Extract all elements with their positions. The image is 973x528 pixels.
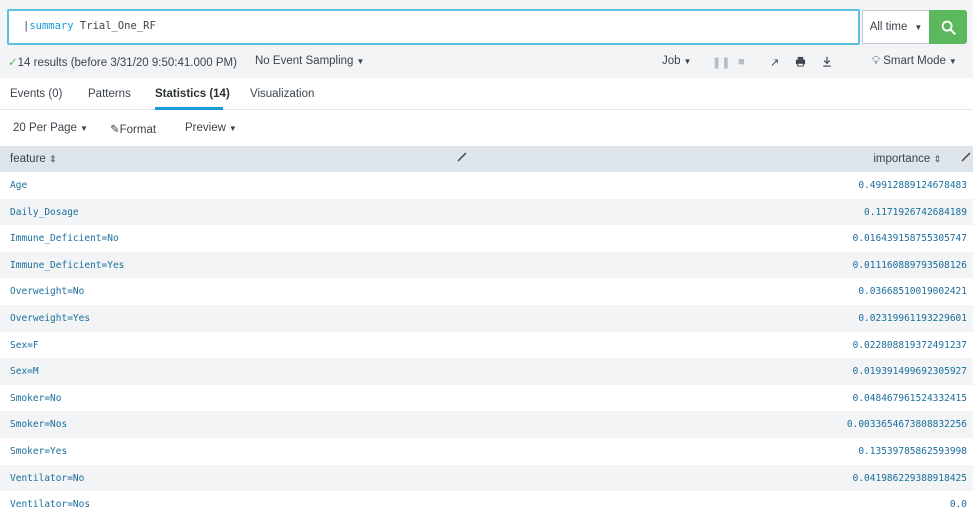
cell-importance[interactable]: 0.03668510019002421 [858,286,967,297]
search-icon [941,20,956,35]
table-row: Ventilator=No 0.041986229388918425 [0,464,973,492]
column-header-feature[interactable]: feature ⇕ [10,153,57,165]
search-button[interactable] [929,10,967,44]
chevron-down-icon: ▼ [683,57,692,66]
statistics-table: feature ⇕ importance ⇕ Age 0.499128891246… [0,146,973,518]
column-header-label: importance [873,153,931,165]
table-row: Smoker=Yes 0.13539785862593998 [0,438,973,465]
table-row: Ventilator=Nos 0.0 [0,491,973,518]
table-row: Overweight=Yes 0.02319961193229601 [0,304,973,332]
cell-importance[interactable]: 0.022808819372491237 [853,340,967,351]
table-row: Smoker=Nos 0.0033654673808832256 [0,411,973,438]
chevron-down-icon: ▼ [914,22,923,32]
preview-label: Preview [185,122,226,134]
table-row: Sex=F 0.022808819372491237 [0,332,973,359]
cell-importance[interactable]: 0.1171926742684189 [864,207,967,218]
job-label: Job [662,55,681,67]
pencil-icon-svg [961,152,971,162]
search-mode-label: Smart Mode [883,55,946,67]
table-row: Overweight=No 0.03668510019002421 [0,278,973,305]
download-icon[interactable] [822,56,832,70]
cell-importance[interactable]: 0.0 [950,499,967,510]
tab-statistics[interactable]: Statistics (14) [155,88,230,100]
stop-icon[interactable]: ■ [738,56,745,68]
cell-feature[interactable]: Age [10,180,27,191]
cell-feature[interactable]: Sex=M [10,366,39,377]
cell-feature[interactable]: Smoker=Nos [10,419,67,430]
column-header-importance[interactable]: importance ⇕ [873,153,941,165]
download-icon-svg [823,56,831,67]
time-range-label: All time [869,21,908,33]
pencil-icon[interactable] [961,152,971,165]
cell-feature[interactable]: Ventilator=No [10,473,84,484]
cell-feature[interactable]: Overweight=No [10,286,84,297]
pause-icon[interactable]: ❚❚ [712,56,730,69]
cell-feature[interactable]: Immune_Deficient=Yes [10,260,124,271]
cell-feature[interactable]: Smoker=No [10,393,61,404]
format-label: Format [119,124,157,136]
cell-importance[interactable]: 0.016439158755305747 [853,233,967,244]
search-query[interactable]: |summary Trial_One_RF [23,20,156,32]
cell-importance[interactable]: 0.02319961193229601 [858,313,967,324]
pencil-icon[interactable] [457,152,467,165]
chevron-down-icon: ▼ [356,57,365,66]
results-status: ✓14 results (before 3/31/20 9:50:41.000 … [8,55,237,69]
table-row: Age 0.49912889124678483 [0,172,973,199]
chevron-down-icon: ▼ [79,124,88,133]
search-mode-dropdown[interactable]: 💡︎ Smart Mode ▼ [872,55,957,68]
cell-feature[interactable]: Ventilator=Nos [10,499,90,510]
cell-importance[interactable]: 0.13539785862593998 [858,446,967,457]
cell-importance[interactable]: 0.49912889124678483 [858,180,967,191]
share-icon[interactable]: ↗ [770,56,779,69]
sort-icon: ⇕ [49,154,57,164]
print-icon[interactable] [795,56,806,70]
tab-visualization[interactable]: Visualization [250,88,314,100]
tab-patterns[interactable]: Patterns [88,88,131,100]
results-tabs: Events (0) Patterns Statistics (14) Visu… [0,78,973,110]
sampling-label: No Event Sampling [255,55,354,67]
tab-events[interactable]: Events (0) [10,88,62,100]
check-icon: ✓ [8,57,18,69]
table-row: Sex=M 0.019391499692305927 [0,358,973,385]
table-row: Immune_Deficient=No 0.016439158755305747 [0,225,973,252]
active-tab-indicator [155,107,223,110]
job-menu[interactable]: Job ▼ [662,55,691,67]
cell-importance[interactable]: 0.041986229388918425 [853,473,967,484]
cell-feature[interactable]: Overweight=Yes [10,313,90,324]
table-header: feature ⇕ importance ⇕ [0,146,973,172]
cell-importance[interactable]: 0.011160889793508126 [853,260,967,271]
sort-icon: ⇕ [933,154,941,164]
lightbulb-icon: 💡︎ [872,55,881,67]
print-icon-svg [795,56,806,67]
per-page-dropdown[interactable]: 20 Per Page ▼ [13,122,88,134]
cell-feature[interactable]: Smoker=Yes [10,446,67,457]
chevron-down-icon: ▼ [228,124,237,133]
search-argument: Trial_One_RF [79,20,156,32]
table-body: Age 0.49912889124678483 Daily_Dosage 0.1171… [0,172,973,518]
column-header-label: feature [10,153,46,165]
format-dropdown[interactable]: ✎Format [110,122,156,136]
cell-importance[interactable]: 0.019391499692305927 [853,366,967,377]
cell-feature[interactable]: Sex=F [10,340,39,351]
cell-importance[interactable]: 0.048467961524332415 [853,393,967,404]
table-options-bar: 20 Per Page ▼ ✎Format Preview ▼ [0,111,973,145]
cell-importance[interactable]: 0.0033654673808832256 [847,419,967,430]
table-row: Smoker=No 0.048467961524332415 [0,385,973,412]
pencil-icon: ✎ [110,124,120,136]
event-sampling-dropdown[interactable]: No Event Sampling ▼ [255,55,364,67]
cell-feature[interactable]: Daily_Dosage [10,207,79,218]
search-bar-row: |summary Trial_One_RF All time ▼ [0,0,973,50]
preview-dropdown[interactable]: Preview ▼ [185,122,237,134]
search-input[interactable]: |summary Trial_One_RF [7,9,860,45]
cell-feature[interactable]: Immune_Deficient=No [10,233,119,244]
table-row: Immune_Deficient=Yes 0.011160889793508126 [0,251,973,279]
time-range-picker[interactable]: All time ▼ [862,10,929,44]
job-status-bar: ✓14 results (before 3/31/20 9:50:41.000 … [0,50,973,78]
results-count: 14 results (before 3/31/20 9:50:41.000 P… [17,57,237,69]
chevron-down-icon: ▼ [948,57,957,66]
search-command: summary [29,20,74,32]
table-row: Daily_Dosage 0.1171926742684189 [0,198,973,226]
pencil-icon-svg [457,152,467,162]
per-page-label: 20 Per Page [13,122,77,134]
